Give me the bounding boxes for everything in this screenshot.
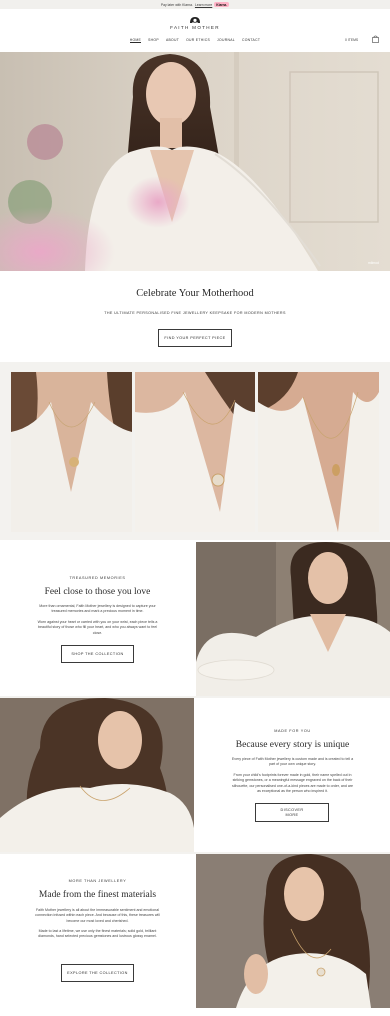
intro-title: Celebrate Your Motherhood: [136, 288, 254, 299]
section1-eyebrow: TREASURED MEMORIES: [69, 576, 126, 580]
account-link[interactable]: 0 ITEMS: [345, 37, 369, 43]
discover-more-button[interactable]: DISCOVER MORE: [255, 803, 329, 822]
section1-paragraph-1: More than ornamental, Faith Mother jewel…: [39, 604, 156, 614]
section2-title: Because every story is unique: [235, 740, 350, 750]
necklace-photo-3[interactable]: [258, 372, 379, 532]
bag-icon[interactable]: [372, 35, 379, 43]
section1-photo: [196, 542, 390, 696]
nav-contact[interactable]: CONTACT: [242, 38, 260, 43]
section2-paragraph-2: From your child's footprints forever mad…: [231, 773, 354, 793]
section3-paragraph-1: Faith Mother jewellery is all about the …: [35, 908, 160, 923]
klarna-badge: Klarna.: [214, 2, 230, 7]
section3-eyebrow: MORE THAN JEWELLERY: [68, 879, 127, 883]
section2-eyebrow: MADE FOR YOU: [274, 729, 311, 733]
announcement-text: Pay later with Klarna.: [160, 2, 193, 7]
brand-name[interactable]: FAITH MOTHER: [160, 25, 230, 30]
section1-paragraph-2: Worn against your heart or carried with …: [37, 620, 158, 635]
nav-about[interactable]: ABOUT: [166, 38, 179, 43]
necklace-photo-2[interactable]: [135, 372, 255, 532]
announcement-bar: Pay later with Klarna. Learn more Klarna…: [0, 0, 390, 9]
hero-photo: [0, 52, 390, 271]
section1-title: Feel close to those you love: [44, 587, 151, 597]
necklace-photo-1[interactable]: [11, 372, 132, 532]
shop-collection-button[interactable]: SHOP THE COLLECTION: [61, 645, 134, 663]
hero-credit: milmod: [368, 261, 379, 265]
nav-shop[interactable]: SHOP: [148, 38, 159, 43]
hero-image: [0, 52, 390, 271]
items-count: 0 ITEMS: [345, 38, 359, 42]
section3-photo: [196, 854, 390, 1008]
section3-title: Made from the finest materials: [38, 890, 157, 900]
find-perfect-piece-button[interactable]: FIND YOUR PERFECT PIECE: [158, 329, 232, 347]
nav-home[interactable]: HOME: [129, 38, 142, 43]
announcement-link[interactable]: Learn more: [195, 3, 212, 7]
section3-paragraph-2: Made to last a lifetime, we use only the…: [38, 929, 157, 939]
intro-subtitle: THE ULTIMATE PERSONALISED FINE JEWELLERY…: [104, 311, 286, 315]
section2-paragraph-1: Every piece of Faith Mother jewellery is…: [231, 757, 354, 767]
nav-journal[interactable]: JOURNAL: [217, 38, 235, 43]
explore-collection-button[interactable]: EXPLORE THE COLLECTION: [61, 964, 134, 982]
nav-our-ethics[interactable]: OUR ETHICS: [186, 38, 210, 43]
main-nav: HOME SHOP ABOUT OUR ETHICS JOURNAL CONTA…: [120, 38, 270, 43]
faith-mother-logo-icon[interactable]: [189, 16, 201, 24]
section2-photo: [0, 698, 194, 852]
